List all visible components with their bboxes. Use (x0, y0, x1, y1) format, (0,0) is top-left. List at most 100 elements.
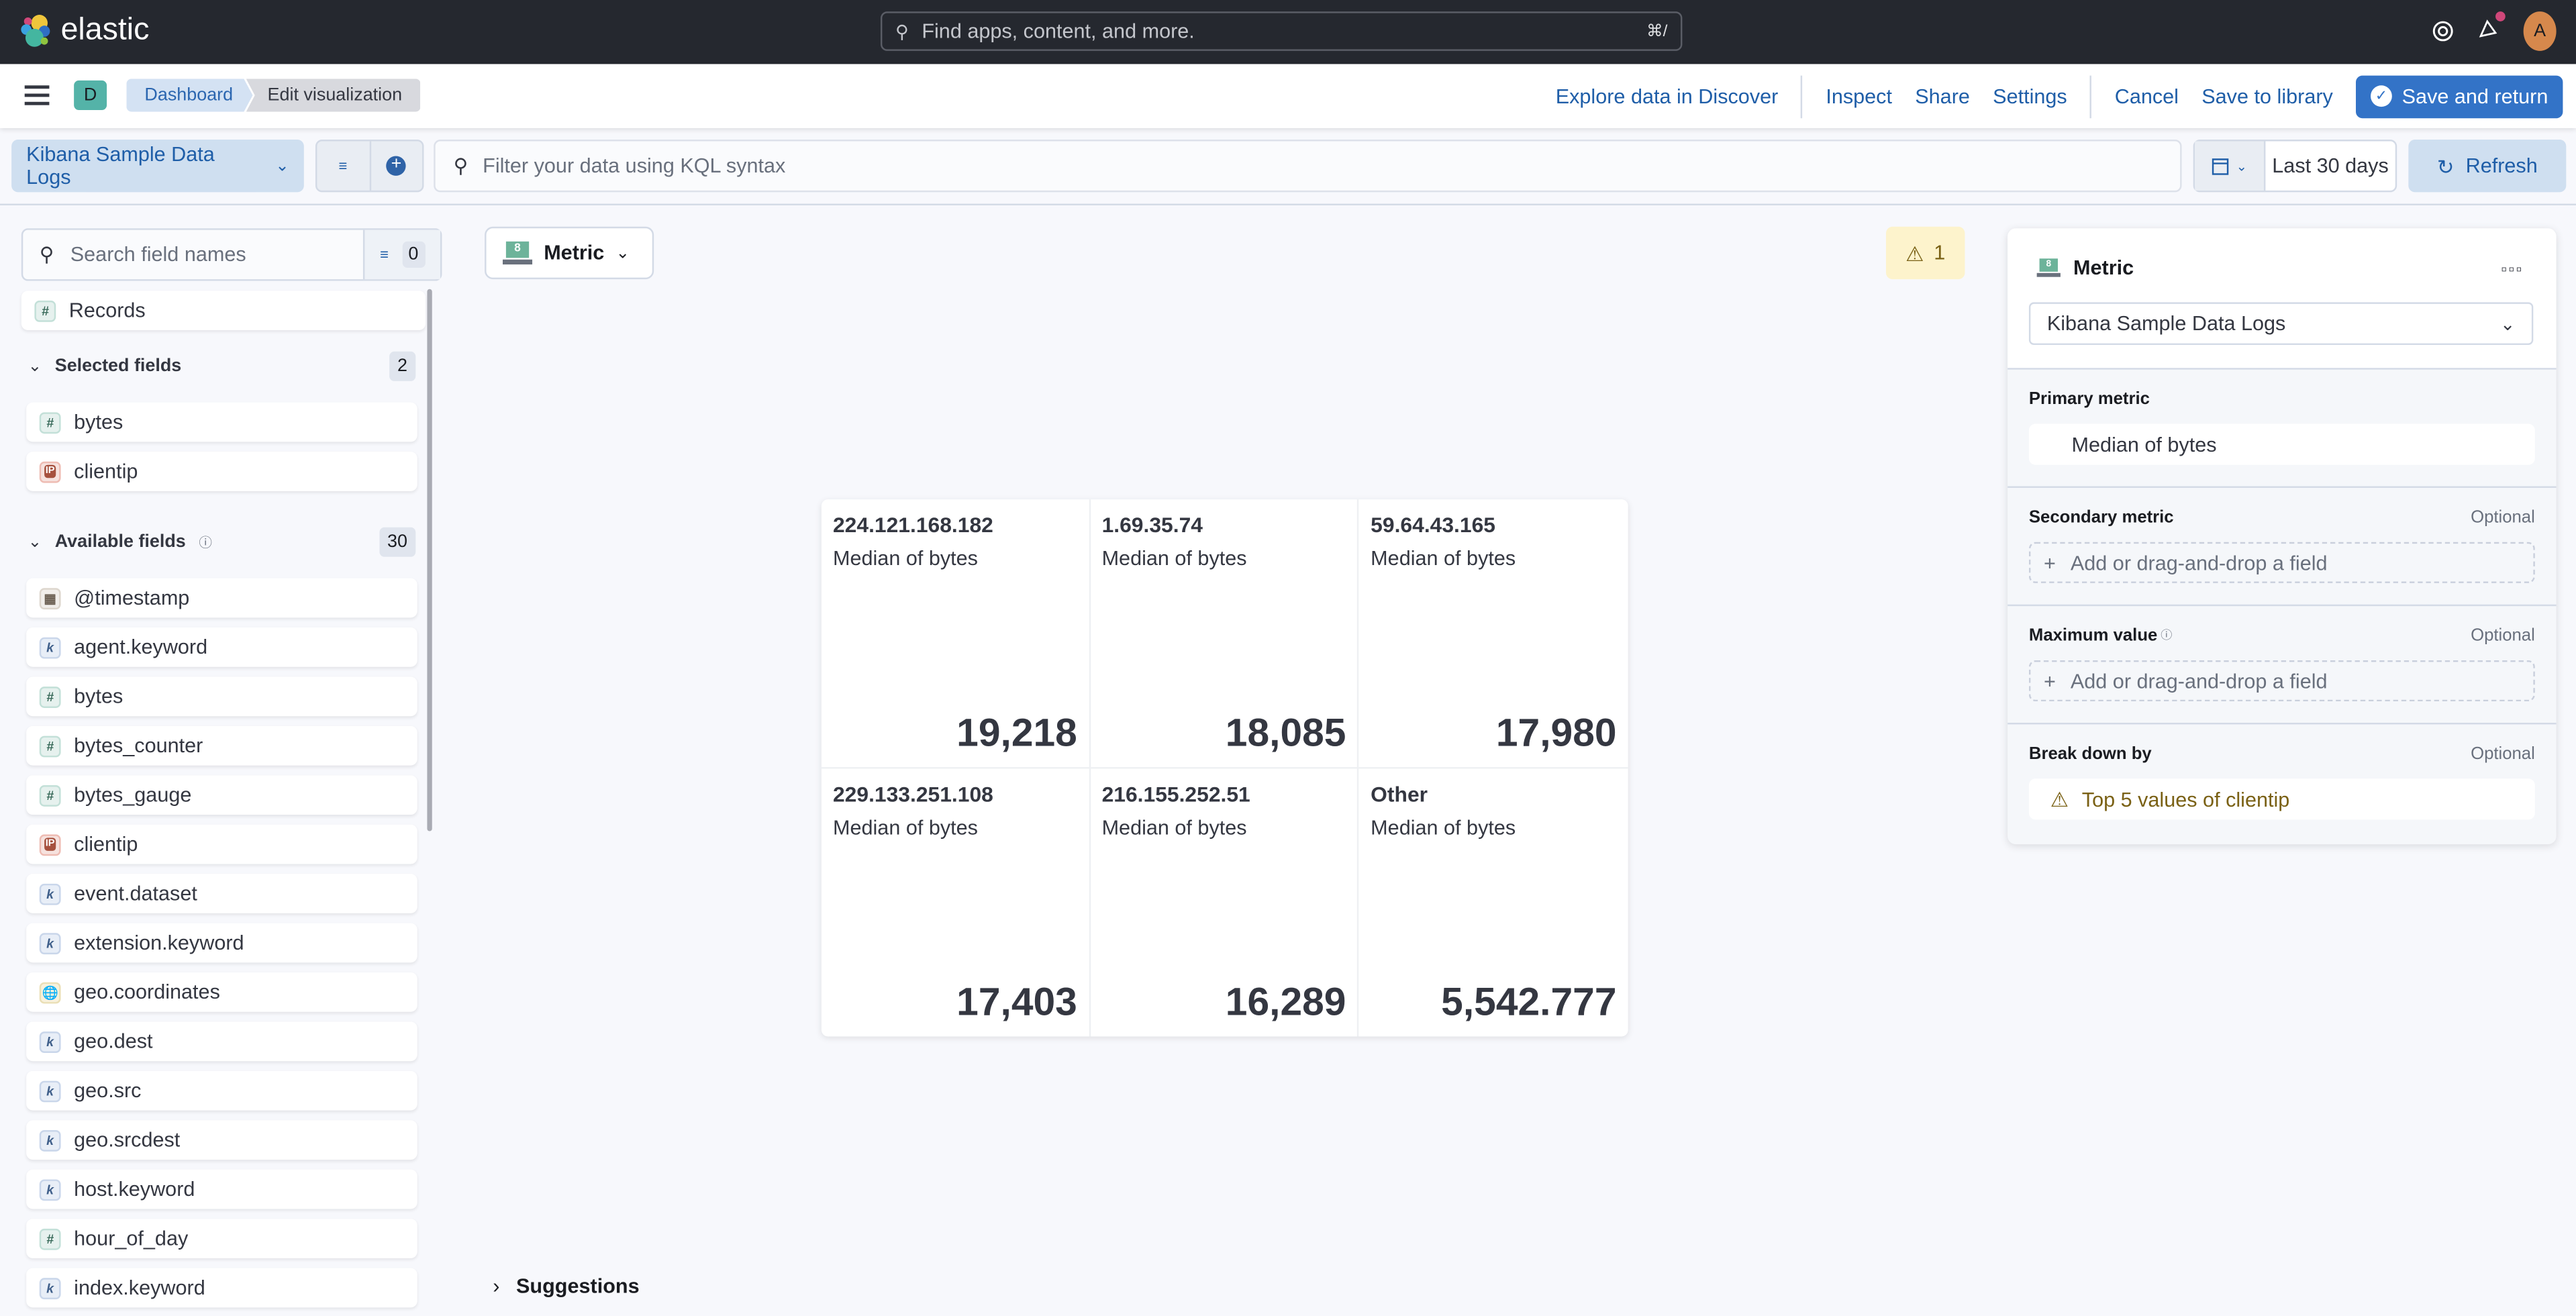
filter-count: 0 (401, 241, 426, 268)
layer-data-view-label: Kibana Sample Data Logs (2046, 312, 2286, 336)
chevron-down-icon: ⌄ (28, 357, 42, 376)
metric-title: 59.64.43.165 (1371, 512, 1495, 538)
metric-value: 5,542.777 (1441, 980, 1617, 1025)
field-item[interactable]: k index.keyword (26, 1268, 417, 1308)
available-fields-header[interactable]: ⌄ Available fields ⓘ 30 (21, 522, 416, 562)
available-fields-list: ▦ @timestamp k agent.keyword # bytes # bytes_co… (21, 578, 417, 1308)
more-options-icon[interactable]: ▫▫▫ (2501, 261, 2523, 279)
ip-type-icon: IP (39, 460, 61, 483)
field-item[interactable]: IP clientip (26, 824, 417, 864)
field-item[interactable]: # bytes (26, 402, 417, 442)
plus-circle-icon: + (386, 155, 407, 176)
save-and-return-button[interactable]: ✓ Save and return (2356, 74, 2563, 118)
field-item[interactable]: k agent.keyword (26, 627, 417, 667)
space-avatar[interactable]: D (74, 80, 107, 110)
inspect-link[interactable]: Inspect (1814, 85, 1903, 107)
user-avatar[interactable]: A (2523, 11, 2557, 51)
field-item[interactable]: k extension.keyword (26, 923, 417, 963)
field-list-scrollbar[interactable] (427, 289, 432, 831)
metric-tile[interactable]: 216.155.252.51 Median of bytes 16,289 (1090, 768, 1360, 1037)
field-item[interactable]: # bytes_gauge (26, 775, 417, 815)
field-search-input[interactable]: ⚲ Search field names (23, 230, 363, 279)
layer-title-label: Metric (2073, 256, 2134, 280)
keyboard-shortcut: ⌘/ (1646, 22, 1668, 40)
section-count: 2 (389, 351, 416, 381)
help-icon: ⓘ (2161, 630, 2173, 643)
refresh-icon: ↻ (2436, 155, 2455, 179)
add-filter-button[interactable]: + (370, 142, 422, 191)
dimension-label: Top 5 values of clientip (2081, 787, 2290, 811)
metric-tile[interactable]: 224.121.168.182 Median of bytes 19,218 (821, 499, 1091, 768)
calendar-icon (2212, 158, 2229, 175)
field-name: geo.srcdest (74, 1128, 181, 1152)
field-item[interactable]: k geo.srcdest (26, 1120, 417, 1160)
field-item[interactable]: k geo.dest (26, 1021, 417, 1062)
metric-tile[interactable]: Other Median of bytes 5,542.777 (1359, 768, 1628, 1036)
field-item[interactable]: # bytes_counter (26, 725, 417, 766)
elastic-logo[interactable]: elastic (19, 13, 149, 50)
metric-tile[interactable]: 229.133.251.108 Median of bytes 17,403 (822, 768, 1091, 1037)
breakdown-dimension[interactable]: ⚠ Top 5 values of clientip (2028, 778, 2535, 820)
plus-icon: + (2043, 551, 2056, 574)
settings-link[interactable]: Settings (1981, 85, 2079, 107)
maximum-value-add-button[interactable]: + Add or drag-and-drop a field (2028, 660, 2535, 702)
kql-query-input[interactable]: ⚲ Filter your data using KQL syntax (434, 140, 2182, 193)
refresh-button[interactable]: ↻ Refresh (2408, 140, 2567, 193)
metric-grid: 224.121.168.182 Median of bytes 19,218 1.69… (821, 499, 1628, 1037)
suggestions-toggle[interactable]: › Suggestions (493, 1274, 639, 1297)
secondary-metric-add-button[interactable]: + Add or drag-and-drop a field (2028, 542, 2535, 583)
metric-tile[interactable]: 59.64.43.165 Median of bytes 17,980 (1359, 499, 1628, 768)
field-item[interactable]: k geo.src (26, 1070, 417, 1111)
field-type-filter-button[interactable]: ≡ 0 (362, 230, 440, 280)
quick-select-button[interactable]: ⌄ (2195, 141, 2266, 191)
keyword-type-icon: k (39, 1178, 61, 1201)
optional-label: Optional (2471, 507, 2535, 527)
field-item[interactable]: k event.dataset (26, 874, 417, 913)
field-item-records[interactable]: # Records (21, 291, 426, 330)
metric-subtitle: Median of bytes (832, 815, 978, 839)
visualization-type-switcher[interactable]: 8 Metric ⌄ (485, 226, 654, 280)
field-item[interactable]: k host.keyword (26, 1169, 417, 1209)
global-search-input[interactable]: ⚲ Find apps, content, and more. ⌘/ (880, 11, 1683, 51)
menu-icon[interactable] (24, 85, 50, 110)
field-search-placeholder: Search field names (70, 243, 246, 266)
explore-discover-link[interactable]: Explore data in Discover (1544, 85, 1790, 107)
add-field-label: Add or drag-and-drop a field (2070, 669, 2328, 693)
selected-fields-header[interactable]: ⌄ Selected fields 2 (21, 346, 416, 386)
global-search-placeholder: Find apps, content, and more. (922, 19, 1195, 43)
metric-subtitle: Median of bytes (1371, 815, 1516, 839)
save-to-library-link[interactable]: Save to library (2190, 85, 2344, 107)
search-icon: ⚲ (895, 22, 909, 42)
breadcrumb-edit-visualization: Edit visualization (246, 79, 421, 112)
number-type-icon: # (39, 735, 61, 757)
cancel-link[interactable]: Cancel (2103, 85, 2191, 107)
field-item[interactable]: ▦ @timestamp (26, 578, 417, 618)
help-icon[interactable] (2432, 19, 2455, 42)
metric-tile[interactable]: 1.69.35.74 Median of bytes 18,085 (1090, 499, 1360, 768)
field-item[interactable]: # hour_of_day (26, 1219, 417, 1258)
field-name: geo.dest (74, 1029, 153, 1053)
layer-data-view-select[interactable]: Kibana Sample Data Logs ⌄ (2028, 302, 2534, 346)
date-type-icon: ▦ (39, 587, 61, 609)
plus-icon: + (2043, 669, 2056, 693)
newsfeed-button[interactable] (2477, 10, 2506, 47)
optional-label: Optional (2471, 744, 2535, 764)
metric-title: Other (1371, 780, 1428, 806)
primary-metric-dimension[interactable]: Median of bytes (2028, 423, 2535, 465)
field-item[interactable]: 🌐 geo.coordinates (26, 972, 417, 1012)
field-item[interactable]: # bytes (26, 676, 417, 717)
keyword-type-icon: k (39, 1129, 61, 1151)
breadcrumb-dashboard[interactable]: Dashboard (126, 79, 253, 112)
field-item[interactable]: IP clientip (26, 452, 417, 491)
field-name: event.dataset (74, 882, 197, 905)
filter-menu-button[interactable]: ≡ (317, 141, 370, 191)
metric-subtitle: Median of bytes (1101, 547, 1247, 570)
date-picker[interactable]: ⌄ Last 30 days (2193, 140, 2397, 193)
data-view-picker[interactable]: Kibana Sample Data Logs ⌄ (11, 140, 304, 193)
data-view-label: Kibana Sample Data Logs (26, 142, 215, 189)
section-label: Maximum value (2028, 625, 2158, 646)
section-label: Available fields (54, 532, 186, 552)
warnings-button[interactable]: ⚠ 1 (1885, 226, 1965, 280)
share-link[interactable]: Share (1903, 85, 1981, 107)
filter-icon: ≡ (338, 157, 348, 174)
